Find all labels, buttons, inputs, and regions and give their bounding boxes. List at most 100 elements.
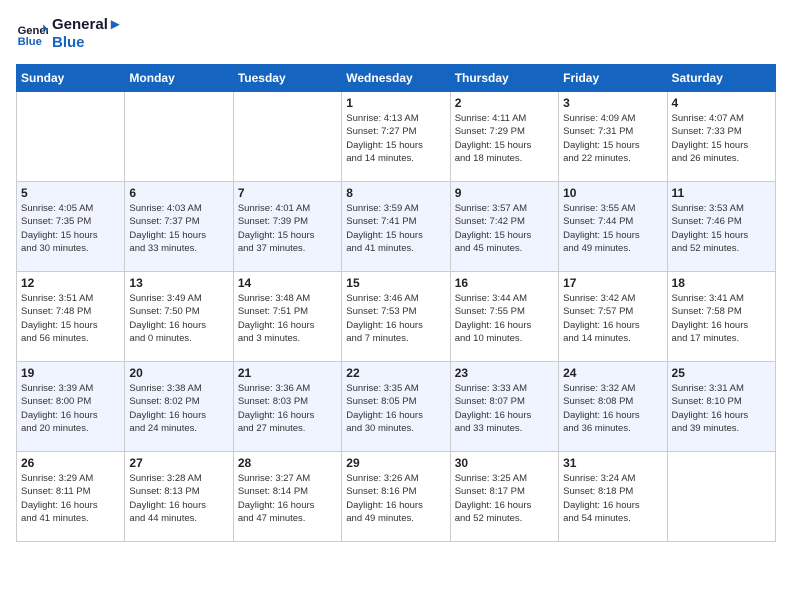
- calendar-cell: 17Sunrise: 3:42 AMSunset: 7:57 PMDayligh…: [559, 272, 667, 362]
- cell-text: and 14 minutes.: [346, 152, 445, 165]
- cell-text: Daylight: 15 hours: [346, 139, 445, 152]
- cell-text: Daylight: 16 hours: [129, 409, 228, 422]
- cell-text: Sunset: 8:18 PM: [563, 485, 662, 498]
- day-number: 20: [129, 366, 228, 380]
- day-number: 11: [672, 186, 771, 200]
- cell-text: Sunset: 7:53 PM: [346, 305, 445, 318]
- weekday-header: Monday: [125, 65, 233, 92]
- cell-text: Sunset: 8:16 PM: [346, 485, 445, 498]
- calendar-cell: 14Sunrise: 3:48 AMSunset: 7:51 PMDayligh…: [233, 272, 341, 362]
- calendar-body: 1Sunrise: 4:13 AMSunset: 7:27 PMDaylight…: [17, 92, 776, 542]
- cell-text: Sunrise: 3:29 AM: [21, 472, 120, 485]
- cell-text: Daylight: 16 hours: [346, 319, 445, 332]
- cell-text: and 30 minutes.: [346, 422, 445, 435]
- day-number: 17: [563, 276, 662, 290]
- calendar-cell: 10Sunrise: 3:55 AMSunset: 7:44 PMDayligh…: [559, 182, 667, 272]
- day-number: 16: [455, 276, 554, 290]
- calendar-cell: 5Sunrise: 4:05 AMSunset: 7:35 PMDaylight…: [17, 182, 125, 272]
- cell-text: Sunset: 7:42 PM: [455, 215, 554, 228]
- cell-text: Daylight: 15 hours: [563, 229, 662, 242]
- cell-text: Daylight: 15 hours: [21, 229, 120, 242]
- cell-text: Sunset: 7:33 PM: [672, 125, 771, 138]
- cell-text: Sunrise: 4:09 AM: [563, 112, 662, 125]
- day-number: 22: [346, 366, 445, 380]
- cell-text: Sunset: 8:11 PM: [21, 485, 120, 498]
- cell-text: Sunrise: 3:49 AM: [129, 292, 228, 305]
- day-number: 30: [455, 456, 554, 470]
- cell-text: and 49 minutes.: [563, 242, 662, 255]
- weekday-header: Tuesday: [233, 65, 341, 92]
- cell-text: Sunrise: 4:13 AM: [346, 112, 445, 125]
- day-number: 3: [563, 96, 662, 110]
- day-number: 26: [21, 456, 120, 470]
- cell-text: and 30 minutes.: [21, 242, 120, 255]
- calendar-cell: 3Sunrise: 4:09 AMSunset: 7:31 PMDaylight…: [559, 92, 667, 182]
- cell-text: and 18 minutes.: [455, 152, 554, 165]
- cell-text: Daylight: 15 hours: [455, 139, 554, 152]
- cell-text: Sunset: 7:48 PM: [21, 305, 120, 318]
- cell-text: Sunset: 7:37 PM: [129, 215, 228, 228]
- cell-text: and 47 minutes.: [238, 512, 337, 525]
- cell-text: Sunset: 8:13 PM: [129, 485, 228, 498]
- cell-text: and 33 minutes.: [455, 422, 554, 435]
- cell-text: Sunrise: 3:42 AM: [563, 292, 662, 305]
- cell-text: Sunrise: 3:35 AM: [346, 382, 445, 395]
- day-number: 24: [563, 366, 662, 380]
- cell-text: and 37 minutes.: [238, 242, 337, 255]
- calendar-cell: 16Sunrise: 3:44 AMSunset: 7:55 PMDayligh…: [450, 272, 558, 362]
- logo: General Blue General► Blue: [16, 16, 123, 52]
- calendar-cell: 24Sunrise: 3:32 AMSunset: 8:08 PMDayligh…: [559, 362, 667, 452]
- calendar-cell: 26Sunrise: 3:29 AMSunset: 8:11 PMDayligh…: [17, 452, 125, 542]
- cell-text: Sunrise: 4:11 AM: [455, 112, 554, 125]
- cell-text: Sunrise: 3:32 AM: [563, 382, 662, 395]
- cell-text: and 52 minutes.: [672, 242, 771, 255]
- cell-text: and 14 minutes.: [563, 332, 662, 345]
- cell-text: Daylight: 16 hours: [129, 319, 228, 332]
- cell-text: and 24 minutes.: [129, 422, 228, 435]
- weekday-header: Sunday: [17, 65, 125, 92]
- calendar-cell: [667, 452, 775, 542]
- cell-text: Sunrise: 4:05 AM: [21, 202, 120, 215]
- calendar-cell: 28Sunrise: 3:27 AMSunset: 8:14 PMDayligh…: [233, 452, 341, 542]
- cell-text: Daylight: 16 hours: [21, 409, 120, 422]
- cell-text: Sunset: 8:14 PM: [238, 485, 337, 498]
- cell-text: Sunrise: 3:53 AM: [672, 202, 771, 215]
- cell-text: Daylight: 15 hours: [672, 139, 771, 152]
- day-number: 21: [238, 366, 337, 380]
- cell-text: Sunrise: 3:41 AM: [672, 292, 771, 305]
- calendar-cell: 19Sunrise: 3:39 AMSunset: 8:00 PMDayligh…: [17, 362, 125, 452]
- cell-text: Sunrise: 3:44 AM: [455, 292, 554, 305]
- cell-text: Sunrise: 4:01 AM: [238, 202, 337, 215]
- cell-text: and 56 minutes.: [21, 332, 120, 345]
- calendar-cell: [17, 92, 125, 182]
- calendar-cell: 1Sunrise: 4:13 AMSunset: 7:27 PMDaylight…: [342, 92, 450, 182]
- calendar-cell: 2Sunrise: 4:11 AMSunset: 7:29 PMDaylight…: [450, 92, 558, 182]
- calendar-week-row: 19Sunrise: 3:39 AMSunset: 8:00 PMDayligh…: [17, 362, 776, 452]
- weekday-header: Thursday: [450, 65, 558, 92]
- calendar-cell: 8Sunrise: 3:59 AMSunset: 7:41 PMDaylight…: [342, 182, 450, 272]
- cell-text: and 20 minutes.: [21, 422, 120, 435]
- cell-text: Sunset: 8:03 PM: [238, 395, 337, 408]
- cell-text: Sunset: 8:07 PM: [455, 395, 554, 408]
- day-number: 8: [346, 186, 445, 200]
- calendar-week-row: 1Sunrise: 4:13 AMSunset: 7:27 PMDaylight…: [17, 92, 776, 182]
- calendar-week-row: 5Sunrise: 4:05 AMSunset: 7:35 PMDaylight…: [17, 182, 776, 272]
- cell-text: Sunrise: 3:38 AM: [129, 382, 228, 395]
- cell-text: Sunrise: 3:48 AM: [238, 292, 337, 305]
- cell-text: Sunset: 7:27 PM: [346, 125, 445, 138]
- cell-text: and 3 minutes.: [238, 332, 337, 345]
- calendar-cell: 23Sunrise: 3:33 AMSunset: 8:07 PMDayligh…: [450, 362, 558, 452]
- weekday-row: SundayMondayTuesdayWednesdayThursdayFrid…: [17, 65, 776, 92]
- cell-text: Daylight: 15 hours: [455, 229, 554, 242]
- day-number: 9: [455, 186, 554, 200]
- cell-text: and 41 minutes.: [346, 242, 445, 255]
- cell-text: Sunset: 7:55 PM: [455, 305, 554, 318]
- calendar-cell: 12Sunrise: 3:51 AMSunset: 7:48 PMDayligh…: [17, 272, 125, 362]
- cell-text: Daylight: 15 hours: [672, 229, 771, 242]
- cell-text: Sunset: 8:10 PM: [672, 395, 771, 408]
- day-number: 13: [129, 276, 228, 290]
- calendar-cell: 29Sunrise: 3:26 AMSunset: 8:16 PMDayligh…: [342, 452, 450, 542]
- day-number: 4: [672, 96, 771, 110]
- cell-text: and 22 minutes.: [563, 152, 662, 165]
- cell-text: and 49 minutes.: [346, 512, 445, 525]
